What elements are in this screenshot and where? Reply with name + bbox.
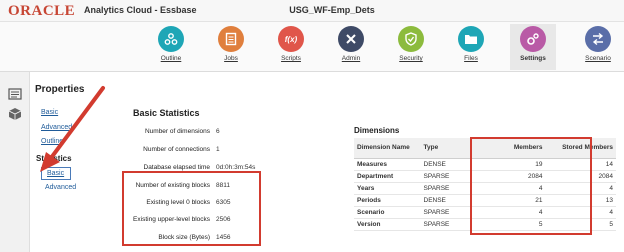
settings-icon bbox=[520, 26, 546, 52]
dimension-name: Scenario bbox=[354, 206, 421, 219]
nav-jobs[interactable]: Jobs bbox=[208, 24, 254, 70]
nav-outline-label: Outline bbox=[160, 55, 182, 62]
scripts-icon: f(x) bbox=[278, 26, 304, 52]
nav-scenario-label: Scenario bbox=[585, 55, 611, 62]
side-rail bbox=[0, 72, 30, 252]
dimension-type: SPARSE bbox=[420, 182, 469, 195]
stat-label: Number of dimensions bbox=[144, 128, 210, 135]
database-title: USG_WF-Emp_Dets bbox=[289, 5, 375, 15]
dimension-type: DENSE bbox=[420, 194, 469, 207]
dimension-type: SPARSE bbox=[420, 170, 469, 183]
members-highlight-box bbox=[470, 137, 592, 235]
stat-row: Number of connections 1 bbox=[80, 146, 280, 156]
nav-jobs-label: Jobs bbox=[224, 55, 238, 62]
files-icon bbox=[458, 26, 484, 52]
stats-highlight-box bbox=[122, 171, 261, 246]
stat-label: Database elapsed time bbox=[143, 164, 211, 171]
properties-rail-icon[interactable] bbox=[6, 85, 24, 103]
dimension-name: Department bbox=[354, 170, 421, 183]
dimension-type: SPARSE bbox=[420, 218, 469, 231]
top-bar: ORACLE Analytics Cloud - Essbase USG_WF-… bbox=[0, 0, 624, 22]
stat-row: Number of dimensions 6 bbox=[80, 128, 280, 138]
nav-settings[interactable]: Settings bbox=[510, 24, 556, 70]
stat-label: Number of connections bbox=[143, 146, 210, 153]
nav-scripts-label: Scripts bbox=[281, 55, 301, 62]
dimension-name: Periods bbox=[354, 194, 421, 207]
properties-title: Properties bbox=[35, 84, 85, 95]
nav-security[interactable]: Security bbox=[388, 24, 434, 70]
stat-value: 1 bbox=[216, 146, 220, 153]
column-dimension-name[interactable]: Dimension Name bbox=[354, 138, 421, 159]
dimension-name: Version bbox=[354, 218, 421, 231]
scenario-icon bbox=[585, 26, 611, 52]
security-icon bbox=[398, 26, 424, 52]
basic-statistics-title: Basic Statistics bbox=[133, 108, 200, 118]
nav-files[interactable]: Files bbox=[448, 24, 494, 70]
column-type[interactable]: Type bbox=[420, 138, 469, 159]
dimension-name: Years bbox=[354, 182, 421, 195]
nav-scenario[interactable]: Scenario bbox=[575, 24, 621, 70]
nav-files-label: Files bbox=[464, 55, 478, 62]
nav-outline[interactable]: Outline bbox=[148, 24, 194, 70]
admin-icon bbox=[338, 26, 364, 52]
dimensions-title: Dimensions bbox=[354, 126, 400, 135]
statistics-link-advanced[interactable]: Advanced bbox=[45, 184, 76, 191]
nav-scripts[interactable]: f(x) Scripts bbox=[268, 24, 314, 70]
navigation-bar: Outline Jobs f(x) Scripts Admin Security… bbox=[0, 22, 624, 72]
properties-link-outline[interactable]: Outline bbox=[41, 138, 63, 145]
statistics-heading: Statistics bbox=[36, 154, 72, 163]
dimension-type: DENSE bbox=[420, 158, 469, 171]
stat-value: 6 bbox=[216, 128, 220, 135]
nav-settings-label: Settings bbox=[520, 55, 546, 62]
jobs-icon bbox=[218, 26, 244, 52]
dimension-type: SPARSE bbox=[420, 206, 469, 219]
properties-link-basic[interactable]: Basic bbox=[41, 109, 58, 116]
nav-admin-label: Admin bbox=[341, 55, 361, 62]
nav-admin[interactable]: Admin bbox=[328, 24, 374, 70]
properties-link-advanced[interactable]: Advanced bbox=[41, 124, 72, 131]
cube-rail-icon[interactable] bbox=[6, 105, 24, 123]
outline-icon bbox=[158, 26, 184, 52]
stat-value: 0d:0h:3m:54s bbox=[216, 164, 256, 171]
nav-security-label: Security bbox=[399, 55, 423, 62]
statistics-link-basic[interactable]: Basic bbox=[41, 167, 71, 180]
dimension-name: Measures bbox=[354, 158, 421, 171]
